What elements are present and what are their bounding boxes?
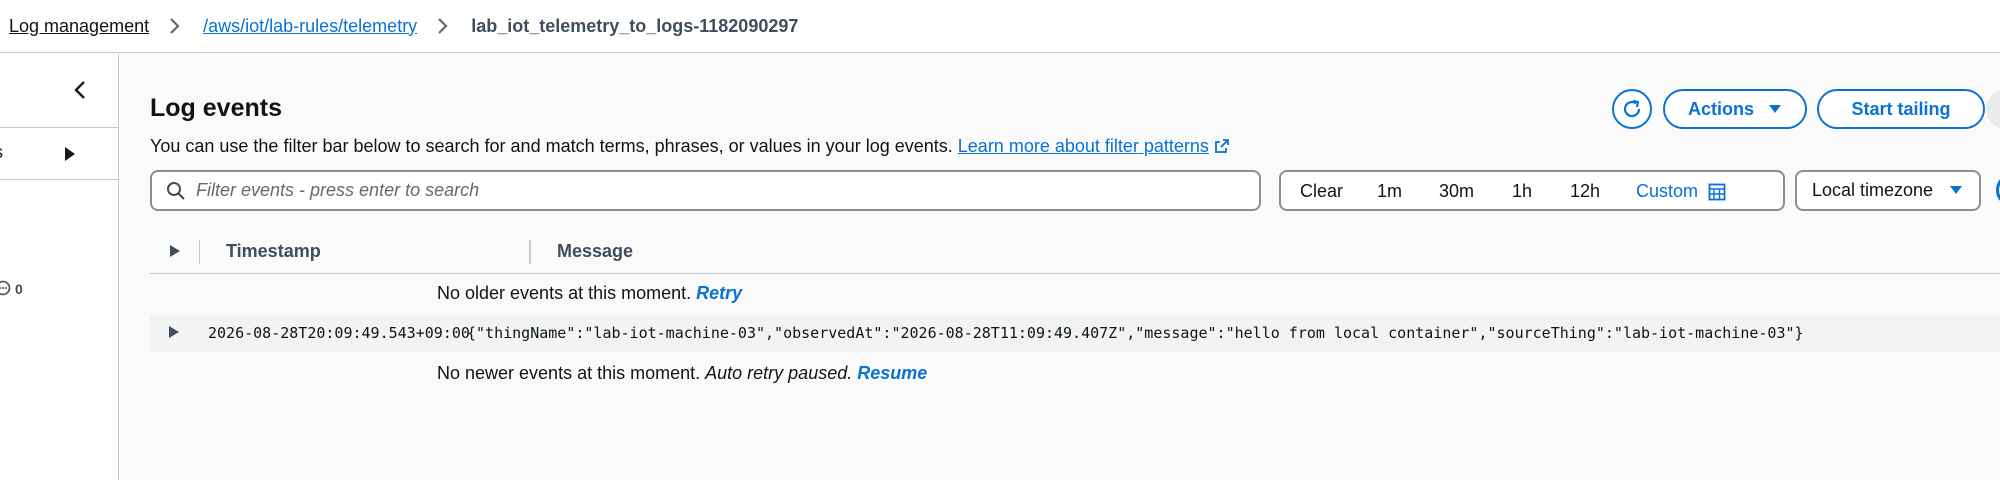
caret-down-icon	[1769, 105, 1781, 113]
range-12h[interactable]: 12h	[1570, 181, 1600, 202]
filter-events-field[interactable]	[150, 170, 1261, 211]
panel-count: 0	[15, 281, 23, 297]
search-icon	[167, 181, 185, 200]
actions-label: Actions	[1687, 98, 1754, 119]
status-ellipsis-icon	[0, 280, 11, 296]
settings-button[interactable]	[1996, 173, 2000, 207]
collapse-panel-button[interactable]	[68, 78, 92, 102]
newer-events-note: No newer events at this moment. Auto ret…	[437, 363, 927, 384]
start-tailing-button[interactable]: Start tailing	[1817, 89, 1985, 129]
page-title: Log events	[150, 94, 282, 122]
column-header-timestamp[interactable]: Timestamp	[226, 241, 321, 262]
event-timestamp: 2026-08-28T20:09:49.543+09:00	[208, 324, 470, 342]
external-link-icon	[1215, 139, 1229, 153]
chevron-right-icon	[165, 16, 185, 36]
range-30m[interactable]: 30m	[1439, 181, 1474, 202]
table-header: Timestamp Message	[150, 230, 2000, 274]
breadcrumb-log-group[interactable]: /aws/iot/lab-rules/telemetry	[203, 16, 417, 37]
column-header-message[interactable]: Message	[557, 241, 633, 262]
refresh-button[interactable]	[1612, 89, 1652, 129]
older-events-text: No older events at this moment.	[437, 283, 692, 303]
resume-link[interactable]: Resume	[857, 363, 927, 383]
range-custom[interactable]: Custom	[1636, 181, 1726, 202]
column-divider	[199, 240, 200, 264]
event-message: {"thingName":"lab-iot-machine-03","obser…	[467, 324, 1804, 342]
log-events-panel: Log events You can use the filter bar be…	[120, 54, 2000, 480]
older-events-note: No older events at this moment. Retry	[437, 283, 742, 304]
start-tailing-label: Start tailing	[1851, 98, 1951, 119]
actions-dropdown-button[interactable]: Actions	[1663, 89, 1807, 129]
range-custom-label: Custom	[1636, 181, 1699, 201]
retry-link[interactable]: Retry	[696, 283, 742, 303]
time-range-selector: Clear 1m 30m 1h 12h Custom	[1279, 170, 1785, 211]
timezone-value: Local timezone	[1812, 180, 1934, 200]
range-1m[interactable]: 1m	[1377, 181, 1402, 202]
description-text: You can use the filter bar below to sear…	[150, 136, 953, 156]
panel-divider	[0, 179, 119, 180]
expand-all-icon[interactable]	[168, 244, 182, 258]
panel-divider	[0, 127, 119, 128]
breadcrumb-log-management[interactable]: Log management	[9, 16, 149, 37]
range-clear[interactable]: Clear	[1300, 181, 1343, 202]
table-row[interactable]: 2026-08-28T20:09:49.543+09:00 {"thingNam…	[150, 316, 2000, 352]
panel-section-label[interactable]: s	[0, 142, 3, 163]
chevron-right-icon	[433, 16, 453, 36]
chevron-left-icon	[74, 81, 85, 99]
caret-down-icon	[1950, 186, 1962, 194]
page-description: You can use the filter bar below to sear…	[150, 136, 1230, 157]
filter-events-input[interactable]	[196, 180, 1236, 201]
learn-more-link[interactable]: Learn more about filter patterns	[958, 136, 1209, 156]
learn-more-link-label: Learn more about filter patterns	[957, 136, 1209, 156]
expand-row-icon[interactable]	[167, 325, 181, 339]
more-button[interactable]	[1986, 89, 2000, 129]
timezone-select[interactable]: Local timezone	[1795, 170, 1981, 211]
range-1h[interactable]: 1h	[1512, 181, 1532, 202]
side-panel: s 0	[0, 54, 119, 480]
newer-events-text: No newer events at this moment.	[437, 363, 701, 383]
breadcrumb: Log management /aws/iot/lab-rules/teleme…	[0, 0, 2000, 53]
caret-right-icon[interactable]	[62, 146, 78, 162]
refresh-icon	[1623, 99, 1641, 118]
auto-retry-paused-text: Auto retry paused.	[705, 363, 853, 383]
breadcrumb-current-stream: lab_iot_telemetry_to_logs-1182090297	[471, 15, 799, 36]
calendar-icon	[1708, 183, 1726, 200]
column-resizer[interactable]	[529, 240, 531, 264]
